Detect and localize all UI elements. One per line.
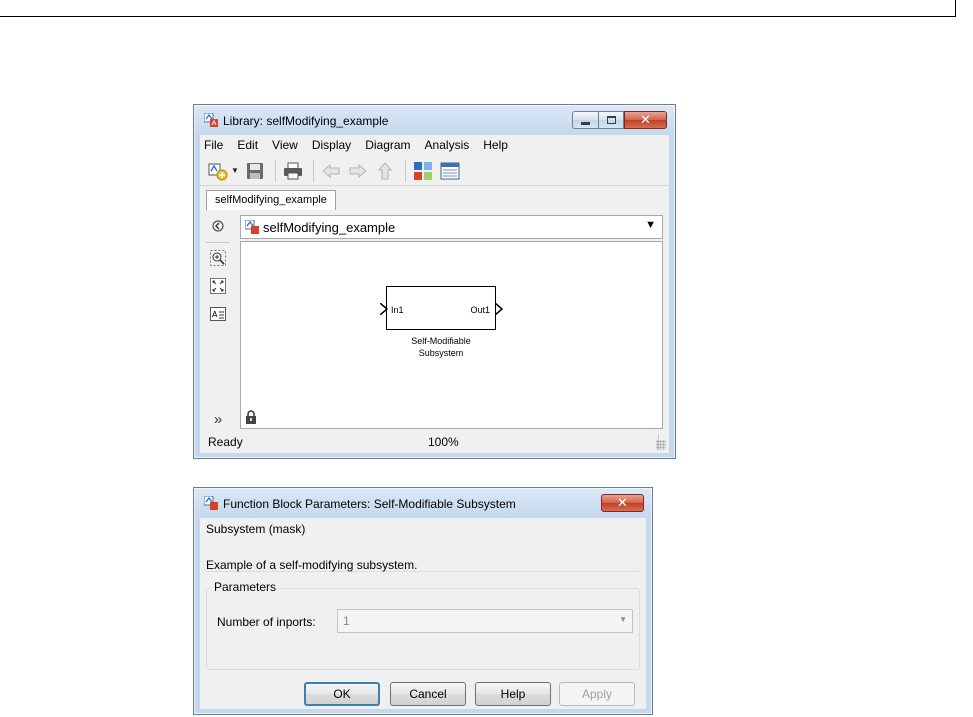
forward-icon bbox=[349, 163, 367, 178]
inports-label: Number of inports: bbox=[217, 615, 316, 629]
close-icon: ✕ bbox=[640, 112, 651, 128]
close-button[interactable]: ✕ bbox=[624, 111, 667, 129]
up-button[interactable] bbox=[373, 159, 397, 183]
menu-diagram[interactable]: Diagram bbox=[358, 135, 417, 155]
toolbar-separator bbox=[404, 159, 406, 182]
out-port-label: Out1 bbox=[470, 305, 490, 315]
status-bar: Ready 100% bbox=[200, 431, 669, 453]
mask-group-title: Subsystem (mask) bbox=[206, 522, 309, 536]
hide-browser-button[interactable] bbox=[208, 216, 228, 236]
library-titlebar[interactable]: Library: selfModifying_example ✕ bbox=[194, 105, 675, 135]
address-bar[interactable]: selfModifying_example ▼ bbox=[240, 215, 663, 239]
palette-separator bbox=[206, 242, 230, 243]
maximize-button[interactable] bbox=[598, 111, 624, 129]
expand-palette-icon: » bbox=[213, 410, 223, 428]
menu-edit[interactable]: Edit bbox=[230, 135, 265, 155]
library-window: Library: selfModifying_example ✕ File Ed… bbox=[193, 104, 676, 459]
chevron-down-icon: ▼ bbox=[619, 615, 627, 624]
library-window-title: Library: selfModifying_example bbox=[223, 114, 389, 128]
annotation-icon: A bbox=[210, 307, 226, 321]
expand-palette-button[interactable]: » bbox=[208, 409, 228, 429]
inports-value: 1 bbox=[343, 614, 350, 628]
left-palette: A » bbox=[200, 210, 236, 431]
tab-selfmodifying-example[interactable]: selfModifying_example bbox=[206, 190, 336, 210]
lock-icon bbox=[246, 410, 256, 424]
annotation-button[interactable]: A bbox=[208, 304, 228, 324]
tab-strip: selfModifying_example bbox=[200, 187, 669, 210]
inports-select[interactable]: 1 ▼ bbox=[337, 609, 633, 633]
simulink-model-icon bbox=[245, 220, 259, 234]
address-dropdown-icon[interactable]: ▼ bbox=[645, 219, 656, 231]
menu-file[interactable]: File bbox=[200, 135, 230, 155]
close-icon: ✕ bbox=[617, 495, 628, 511]
page-header-rule bbox=[0, 0, 956, 17]
resize-grip-icon[interactable] bbox=[656, 440, 666, 450]
minimize-button[interactable] bbox=[572, 111, 598, 129]
model-explorer-icon bbox=[440, 162, 460, 179]
status-text: Ready bbox=[208, 435, 243, 449]
model-canvas[interactable]: In1 Out1 Self-Modifiable Subsystem bbox=[240, 241, 663, 429]
help-button[interactable]: Help bbox=[475, 682, 551, 706]
model-explorer-button[interactable] bbox=[438, 159, 462, 183]
menu-help[interactable]: Help bbox=[476, 135, 515, 155]
forward-button[interactable] bbox=[346, 159, 370, 183]
dialog-close-button[interactable]: ✕ bbox=[601, 494, 644, 512]
simulink-model-icon bbox=[204, 496, 218, 510]
new-model-dropdown-icon[interactable]: ▼ bbox=[231, 166, 239, 175]
parameters-group-title: Parameters bbox=[211, 580, 280, 594]
ok-button[interactable]: OK bbox=[304, 682, 380, 706]
fit-view-icon bbox=[210, 278, 226, 294]
toolbar-separator bbox=[274, 159, 276, 182]
library-browser-button[interactable] bbox=[411, 159, 435, 183]
dialog-title: Function Block Parameters: Self-Modifiab… bbox=[223, 497, 516, 511]
block-parameters-dialog: Function Block Parameters: Self-Modifiab… bbox=[193, 487, 653, 715]
print-icon bbox=[283, 162, 302, 179]
dialog-button-row: OK Cancel Help Apply bbox=[200, 682, 646, 706]
block-caption-line2: Subsystem bbox=[418, 348, 464, 358]
zoom-level: 100% bbox=[428, 435, 459, 449]
zoom-icon bbox=[210, 250, 226, 266]
self-modifiable-subsystem-block[interactable]: In1 Out1 bbox=[380, 286, 503, 330]
in-port-label: In1 bbox=[391, 305, 404, 315]
menu-view[interactable]: View bbox=[265, 135, 305, 155]
back-button[interactable] bbox=[319, 159, 343, 183]
new-model-icon bbox=[208, 163, 228, 180]
print-button[interactable] bbox=[281, 159, 305, 183]
dialog-caption-buttons: ✕ bbox=[601, 494, 644, 512]
svg-text:A: A bbox=[212, 310, 218, 319]
menu-display[interactable]: Display bbox=[305, 135, 358, 155]
block-caption: Self-Modifiable Subsystem bbox=[361, 335, 521, 359]
zoom-button[interactable] bbox=[208, 248, 228, 268]
dialog-titlebar[interactable]: Function Block Parameters: Self-Modifiab… bbox=[194, 488, 652, 518]
toolbar-separator bbox=[312, 159, 314, 182]
menu-analysis[interactable]: Analysis bbox=[418, 135, 477, 155]
apply-button[interactable]: Apply bbox=[559, 682, 635, 706]
back-icon bbox=[322, 163, 340, 178]
hide-browser-icon bbox=[212, 220, 224, 232]
toolbar: ▼ bbox=[200, 156, 669, 186]
address-path: selfModifying_example bbox=[263, 220, 396, 235]
simulink-model-icon bbox=[204, 113, 218, 127]
save-button[interactable] bbox=[243, 159, 267, 183]
fit-view-button[interactable] bbox=[208, 276, 228, 296]
minimize-icon bbox=[581, 121, 590, 125]
output-port-arrow-icon bbox=[495, 303, 503, 315]
cancel-button[interactable]: Cancel bbox=[390, 682, 466, 706]
input-port-arrow-icon bbox=[380, 303, 388, 315]
parameters-group: Parameters Number of inports: 1 ▼ bbox=[206, 580, 640, 670]
dialog-client-area: Subsystem (mask) Example of a self-modif… bbox=[200, 518, 646, 709]
up-icon bbox=[377, 161, 392, 179]
block-caption-line1: Self-Modifiable bbox=[411, 336, 471, 346]
window-caption-buttons: ✕ bbox=[572, 111, 667, 129]
library-client-area: File Edit View Display Diagram Analysis … bbox=[200, 135, 669, 453]
save-icon bbox=[246, 162, 263, 179]
library-browser-icon bbox=[413, 161, 432, 180]
mask-description: Example of a self-modifying subsystem. bbox=[206, 558, 418, 572]
maximize-icon bbox=[606, 116, 616, 124]
new-model-button[interactable] bbox=[206, 159, 230, 183]
menu-bar: File Edit View Display Diagram Analysis … bbox=[200, 135, 669, 155]
